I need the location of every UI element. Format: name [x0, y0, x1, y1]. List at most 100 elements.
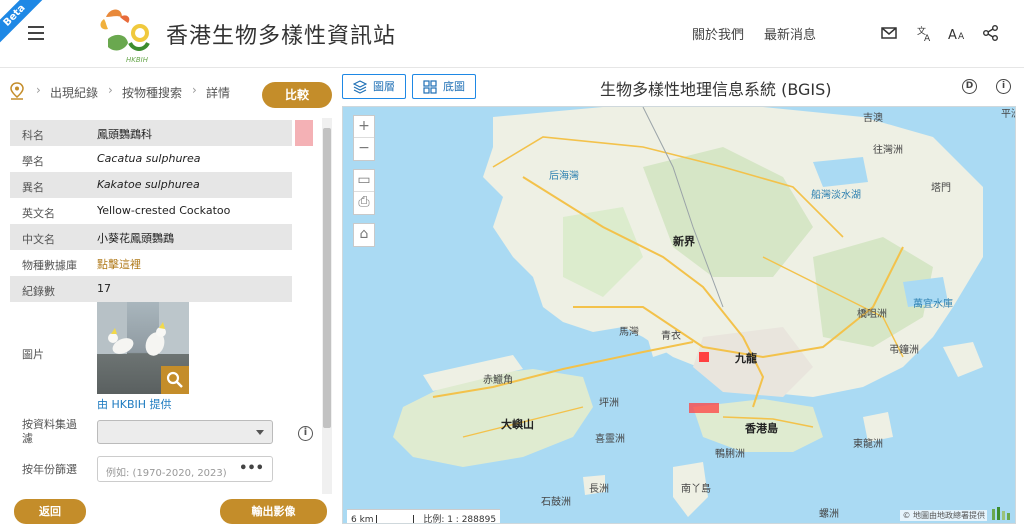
- place-label: 赤鱲角: [483, 375, 513, 386]
- map-attribution: © 地圖由地政總署提供: [900, 510, 987, 521]
- scrollbar-thumb[interactable]: [323, 128, 331, 428]
- place-label: 鴨脷洲: [715, 449, 745, 460]
- place-label: 新界: [673, 235, 695, 248]
- row-label: 異名: [22, 181, 44, 194]
- place-label: 后海灣: [549, 171, 579, 182]
- record-marker[interactable]: [699, 352, 709, 362]
- home-control: ⌂: [353, 223, 375, 247]
- layers-button[interactable]: 圖層: [342, 74, 406, 99]
- layers-label: 圖層: [373, 80, 395, 93]
- row-photo: 圖片 由 HKBIH 提供: [10, 300, 292, 412]
- place-label: 九龍: [735, 352, 757, 365]
- svg-text:A: A: [924, 34, 931, 42]
- row-value: Cacatua sulphurea: [97, 152, 201, 165]
- row-chinese-name: 中文名 小葵花鳳頭鸚鵡: [10, 224, 292, 250]
- place-label: 石鼓洲: [541, 497, 571, 508]
- place-label: 弔鐘洲: [889, 345, 919, 356]
- map-view[interactable]: + − ▭ ⎙ ⌂ 吉澳 平洲 往灣洲 后海灣 船灣淡水湖 塔門 新界 萬宜水庫…: [342, 106, 1016, 524]
- zoom-in-button[interactable]: +: [354, 116, 374, 138]
- info-icon[interactable]: i: [298, 426, 313, 441]
- panel-scrollbar[interactable]: [322, 118, 332, 494]
- breadcrumb-species-search[interactable]: 按物種搜索: [122, 84, 182, 101]
- zoom-photo-button[interactable]: [161, 366, 189, 394]
- menu-icon[interactable]: [28, 26, 44, 40]
- row-value: 17: [97, 282, 111, 295]
- logo-text: HKBIH: [126, 56, 149, 64]
- more-options-icon[interactable]: •••: [239, 461, 264, 476]
- layers-icon: [353, 80, 367, 94]
- nav-news[interactable]: 最新消息: [764, 24, 816, 43]
- basemap-label: 底圖: [443, 80, 465, 93]
- map-tools: ▭ ⎙: [353, 169, 375, 215]
- hkbih-logo[interactable]: HKBIH: [96, 3, 158, 65]
- font-size-icon[interactable]: AA: [948, 24, 966, 42]
- record-marker[interactable]: [689, 403, 719, 413]
- place-label: 萬宜水庫: [913, 299, 953, 310]
- row-label: 學名: [22, 155, 44, 168]
- place-label: 船灣淡水湖: [811, 190, 861, 201]
- magnifier-icon: [166, 371, 183, 388]
- row-label: 物種數據庫: [22, 259, 77, 272]
- row-label: 紀錄數: [22, 285, 55, 298]
- map-basemap: [393, 107, 983, 517]
- year-placeholder: 例如: (1970-2020, 2023): [106, 468, 227, 479]
- dataset-filter-label: 按資料集過濾: [22, 418, 77, 445]
- measure-icon[interactable]: ▭: [354, 170, 374, 192]
- place-label: 喜靈洲: [595, 434, 625, 445]
- info-icon[interactable]: i: [996, 79, 1011, 94]
- place-label: 吉澳: [863, 113, 883, 124]
- place-label: 螺洲: [819, 509, 839, 520]
- disclaimer-icon[interactable]: D: [962, 79, 977, 94]
- landsd-logo-icon: [992, 507, 1010, 520]
- place-label: 大嶼山: [501, 418, 534, 431]
- place-label: 平洲: [1001, 109, 1015, 120]
- row-value: 小葵花鳳頭鸚鵡: [97, 232, 174, 245]
- compare-button[interactable]: 比較: [262, 82, 332, 108]
- row-family: 科名 鳳頭鸚鵡科: [10, 120, 292, 146]
- place-label: 橋咀洲: [857, 309, 887, 320]
- basemap-button[interactable]: 底圖: [412, 74, 476, 99]
- chevron-down-icon: [256, 430, 264, 435]
- nav-about[interactable]: 關於我們: [692, 24, 744, 43]
- row-english-name: 英文名 Yellow-crested Cockatoo: [10, 198, 292, 224]
- print-icon[interactable]: ⎙: [354, 192, 374, 214]
- row-label: 中文名: [22, 233, 55, 246]
- photo-credit-link[interactable]: 由 HKBIH 提供: [97, 396, 172, 412]
- translate-icon[interactable]: 文A: [916, 24, 934, 42]
- record-color-swatch: [295, 120, 313, 146]
- row-label: 圖片: [22, 348, 44, 361]
- row-value: Yellow-crested Cockatoo: [97, 204, 231, 217]
- grid-icon: [423, 80, 437, 94]
- place-label: 南丫島: [681, 484, 711, 495]
- zoom-out-button[interactable]: −: [354, 138, 374, 160]
- back-button[interactable]: 返回: [14, 499, 86, 524]
- row-label: 英文名: [22, 207, 55, 220]
- place-label: 東龍洲: [853, 439, 883, 450]
- row-synonym: 異名 Kakatoe sulphurea: [10, 172, 292, 198]
- place-label: 香港島: [745, 422, 778, 435]
- svg-text:A: A: [958, 32, 965, 42]
- site-title[interactable]: 香港生物多樣性資訊站: [166, 18, 396, 50]
- breadcrumb-records[interactable]: 出現紀錄: [50, 84, 98, 101]
- share-icon[interactable]: [982, 24, 1000, 42]
- place-label: 長洲: [589, 484, 609, 495]
- species-database-link[interactable]: 點擊這裡: [97, 256, 141, 272]
- mail-icon[interactable]: [880, 24, 898, 42]
- dataset-filter-select[interactable]: [97, 420, 273, 444]
- home-icon[interactable]: ⌂: [354, 224, 374, 246]
- place-label: 馬灣: [619, 327, 639, 338]
- zoom-control: + −: [353, 115, 375, 161]
- place-label: 坪洲: [599, 398, 619, 409]
- row-value: Kakatoe sulphurea: [97, 178, 200, 191]
- place-label: 青衣: [661, 331, 681, 342]
- place-label: 塔門: [931, 183, 951, 194]
- svg-text:A: A: [948, 28, 957, 42]
- place-label: 往灣洲: [873, 145, 903, 156]
- location-pin-icon[interactable]: [9, 82, 25, 100]
- scale-ratio: 比例: 1 : 288895: [423, 515, 497, 524]
- species-photo[interactable]: [97, 302, 189, 394]
- header: Beta HKBIH 香港生物多樣性資訊站 關於我們 最新消息 文A AA: [0, 0, 1024, 68]
- year-filter-input[interactable]: 例如: (1970-2020, 2023) •••: [97, 456, 273, 482]
- export-image-button[interactable]: 輸出影像: [220, 499, 327, 524]
- row-species-database: 物種數據庫 點擊這裡: [10, 250, 292, 276]
